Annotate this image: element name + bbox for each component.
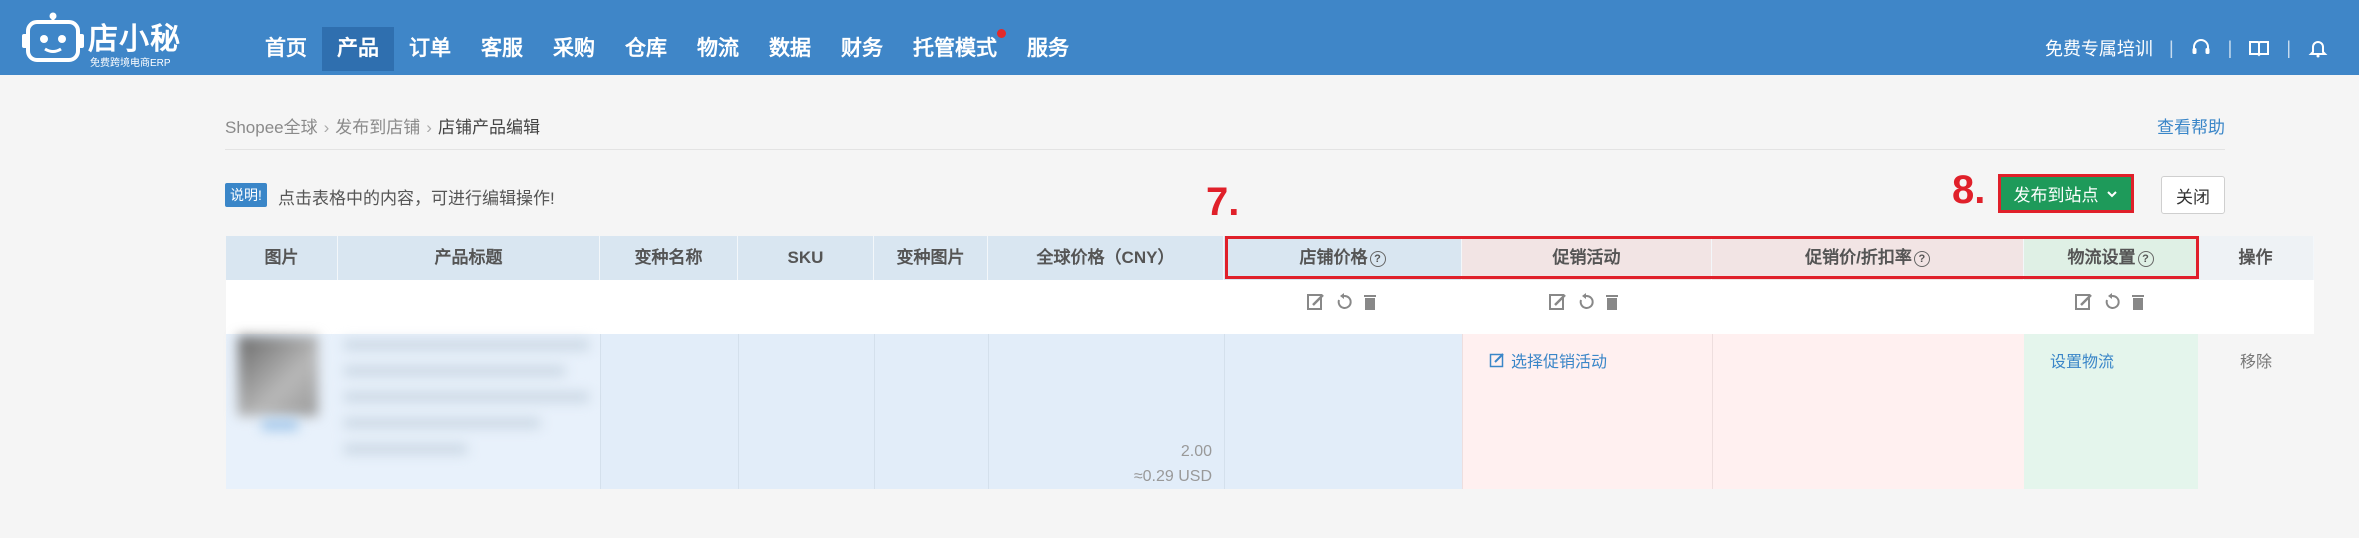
header-variant-name: 变种名称 — [600, 236, 738, 280]
data-cell-sku[interactable] — [738, 334, 874, 489]
batch-edit-icon[interactable] — [2074, 292, 2094, 312]
edit-icon — [1489, 353, 1504, 368]
data-cell-variant-image[interactable] — [874, 334, 988, 489]
logo-name: 店小秘 — [88, 23, 181, 56]
close-button[interactable]: 关闭 — [2161, 176, 2225, 214]
publish-to-site-button[interactable]: 发布到站点 — [1998, 174, 2134, 213]
select-promotion-action[interactable]: 选择促销活动 — [1489, 348, 1607, 372]
header-shipping-label: 物流设置 — [2067, 248, 2136, 267]
reset-icon[interactable] — [1334, 292, 1354, 312]
data-cell-shipping: 设置物流 — [2024, 334, 2198, 489]
breadcrumb-shopee-global[interactable]: Shopee全球 — [225, 118, 318, 137]
help-circle-icon[interactable]: ? — [1369, 251, 1386, 267]
nav-customer-service[interactable]: 客服 — [466, 0, 538, 75]
book-icon[interactable] — [2248, 37, 2270, 59]
free-training-link[interactable]: 免费专属培训 — [2045, 35, 2153, 61]
data-cell-variant-name[interactable] — [600, 334, 738, 489]
breadcrumb-current: 店铺产品编辑 — [437, 118, 540, 137]
chevron-right-icon: › — [426, 118, 432, 137]
product-image-caption — [262, 420, 298, 430]
nav-purchasing[interactable]: 采购 — [538, 0, 610, 75]
robot-logo-icon — [22, 12, 84, 62]
data-cell-promo-price[interactable] — [1712, 334, 2024, 489]
nav-finance[interactable]: 财务 — [826, 0, 898, 75]
annotation-step-7: 7. — [1206, 180, 1240, 224]
top-navbar: 店小秘 免费跨境电商ERP 首页 产品 订单 客服 采购 仓库 物流 数据 财务… — [0, 0, 2359, 75]
nav-services[interactable]: 服务 — [1012, 0, 1084, 75]
product-title-text[interactable] — [344, 340, 589, 480]
nav-hosting-mode-label: 托管模式 — [913, 37, 997, 60]
nav-warehouse[interactable]: 仓库 — [610, 0, 682, 75]
data-cell-global-price: 2.00 ≈0.29 USD — [988, 334, 1224, 489]
remove-link[interactable]: 移除 — [2198, 348, 2314, 372]
reset-icon[interactable] — [2102, 292, 2122, 312]
divider: | — [2168, 37, 2174, 58]
divider: | — [2227, 37, 2233, 58]
global-price-usd: ≈0.29 USD — [1133, 468, 1212, 485]
header-promotion: 促销活动 — [1462, 236, 1712, 280]
publish-button-label: 发布到站点 — [2013, 186, 2099, 205]
headset-icon[interactable] — [2190, 37, 2212, 59]
data-cell-store-price[interactable] — [1224, 334, 1462, 489]
global-price-cny: 2.00 — [1180, 443, 1212, 460]
divider — [225, 149, 2225, 150]
header-product-title: 产品标题 — [338, 236, 600, 280]
header-promo-price-label: 促销价/折扣率 — [1805, 248, 1912, 267]
breadcrumb: Shopee全球 › 发布到店铺 › 店铺产品编辑 — [225, 113, 540, 138]
notice-text: 点击表格中的内容，可进行编辑操作! — [278, 189, 555, 208]
header-sku: SKU — [738, 236, 874, 280]
delete-icon[interactable] — [1602, 292, 1622, 312]
nav-orders[interactable]: 订单 — [394, 0, 466, 75]
notification-dot — [997, 29, 1006, 38]
header-operation: 操作 — [2198, 236, 2314, 280]
data-cell-operation: 移除 — [2198, 334, 2314, 489]
product-image[interactable] — [238, 336, 318, 416]
reset-icon[interactable] — [1576, 292, 1596, 312]
main-nav: 首页 产品 订单 客服 采购 仓库 物流 数据 财务 托管模式 服务 — [250, 0, 1084, 75]
annotation-step-8: 8. — [1952, 168, 1986, 212]
nav-data[interactable]: 数据 — [754, 0, 826, 75]
notice-badge: 说明! — [225, 183, 267, 207]
delete-icon[interactable] — [1360, 292, 1380, 312]
header-global-price: 全球价格（CNY） — [988, 236, 1224, 280]
top-right-tools: 免费专属培训 | | | — [2045, 26, 2329, 70]
breadcrumb-publish-to-store[interactable]: 发布到店铺 — [335, 118, 420, 137]
chevron-down-icon — [2106, 190, 2117, 197]
header-shipping-settings: 物流设置? — [2024, 236, 2198, 280]
logo[interactable]: 店小秘 免费跨境电商ERP — [22, 8, 182, 69]
bell-icon[interactable] — [2307, 37, 2329, 59]
header-store-price: 店铺价格? — [1224, 236, 1462, 280]
header-image: 图片 — [226, 236, 338, 280]
product-edit-table: 图片 产品标题 变种名称 SKU 变种图片 全球价格（CNY） 店铺价格? 促销… — [226, 236, 2314, 489]
header-promo-price: 促销价/折扣率? — [1712, 236, 2024, 280]
divider: | — [2286, 37, 2291, 58]
chevron-right-icon: › — [323, 118, 330, 137]
batch-edit-row — [226, 280, 2314, 334]
set-shipping-link[interactable]: 设置物流 — [2050, 348, 2114, 372]
header-variant-image: 变种图片 — [874, 236, 988, 280]
batch-edit-icon[interactable] — [1548, 292, 1568, 312]
nav-products[interactable]: 产品 — [322, 27, 394, 71]
batch-edit-icon[interactable] — [1306, 292, 1326, 312]
delete-icon[interactable] — [2128, 292, 2148, 312]
logo-subtitle: 免费跨境电商ERP — [90, 58, 171, 69]
data-cell-promotion: 选择促销活动 — [1462, 334, 1712, 489]
nav-logistics[interactable]: 物流 — [682, 0, 754, 75]
nav-hosting-mode[interactable]: 托管模式 — [898, 0, 1012, 75]
nav-home[interactable]: 首页 — [250, 0, 322, 75]
help-link[interactable]: 查看帮助 — [2157, 113, 2225, 138]
help-circle-icon[interactable]: ? — [1913, 251, 1930, 267]
global-price-values: 2.00 ≈0.29 USD — [1134, 439, 1212, 489]
help-circle-icon[interactable]: ? — [2137, 251, 2154, 267]
header-store-price-label: 店铺价格 — [1299, 248, 1368, 267]
select-promotion-link: 选择促销活动 — [1511, 354, 1608, 371]
